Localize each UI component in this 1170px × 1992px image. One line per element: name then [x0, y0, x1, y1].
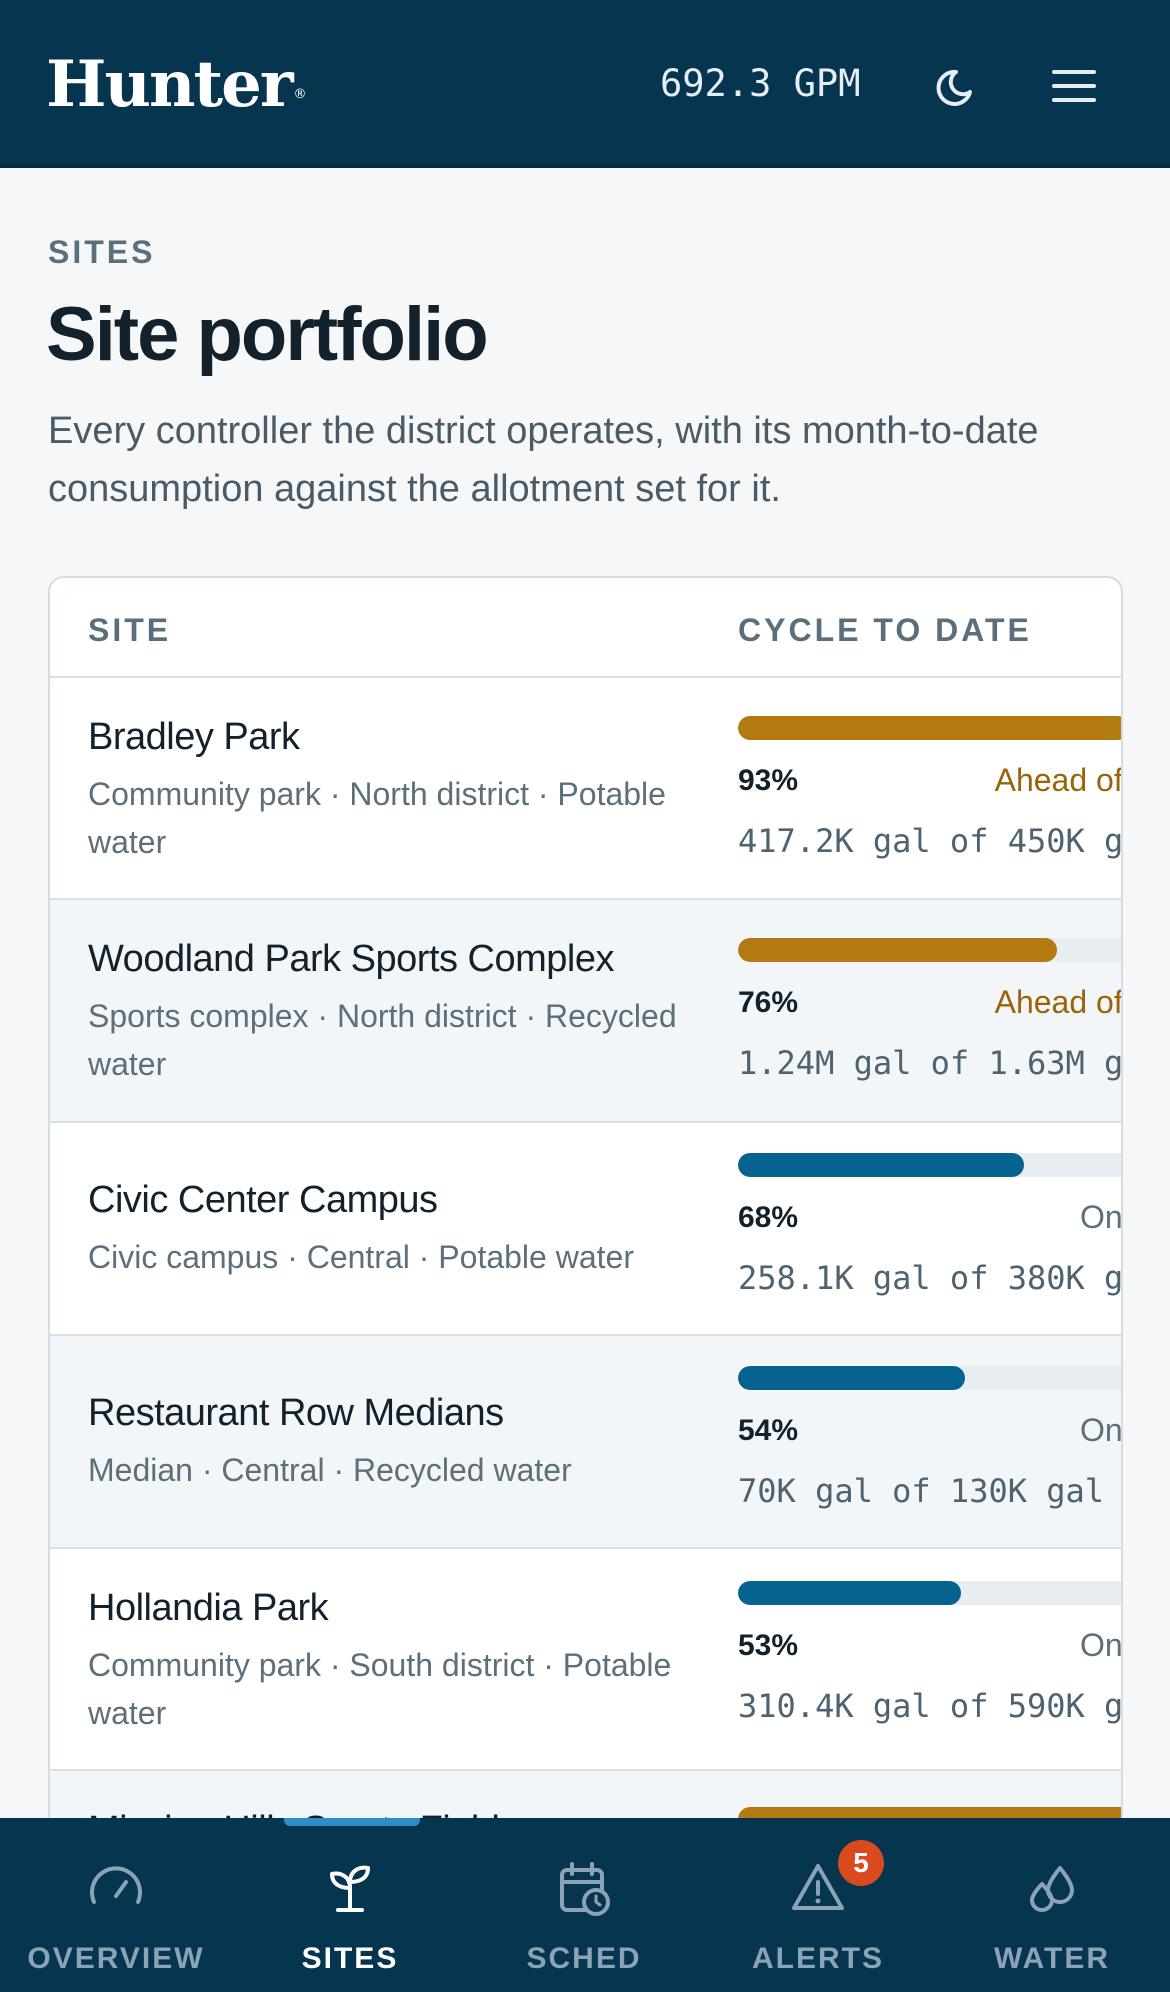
alerts-badge: 5: [838, 1840, 884, 1886]
usage-amount: 310.4K gal of 590K gal: [738, 1687, 1123, 1725]
droplets-icon: [1022, 1858, 1082, 1918]
usage-bar: [738, 1366, 1121, 1390]
tab-sites[interactable]: SITES: [240, 1818, 460, 1992]
usage-amount: 258.1K gal of 380K gal: [738, 1259, 1123, 1297]
usage-amount: 1.24M gal of 1.63M gal: [738, 1044, 1123, 1082]
table-row[interactable]: Bradley Park Community park · North dist…: [50, 678, 1121, 900]
usage-amount: 70K gal of 130K gal: [738, 1472, 1105, 1510]
usage-bar: [738, 1153, 1121, 1177]
site-meta: Median · Central · Recycled water: [88, 1452, 572, 1488]
section-eyebrow: SITES: [48, 234, 156, 270]
usage-amount: 417.2K gal of 450K gal: [738, 822, 1123, 860]
table-header: SITE CYCLE TO DATE: [50, 578, 1121, 678]
usage-bar-fill: [738, 1366, 965, 1390]
site-name: Bradley Park: [88, 716, 300, 758]
site-name: Civic Center Campus: [88, 1179, 438, 1221]
calendar-clock-icon: [554, 1858, 614, 1918]
table-row[interactable]: Restaurant Row Medians Median · Central …: [50, 1336, 1121, 1549]
pace-status: On pace: [1080, 1627, 1123, 1663]
menu-icon[interactable]: [1046, 58, 1102, 114]
gauge-icon: [86, 1858, 146, 1918]
site-name: Restaurant Row Medians: [88, 1392, 504, 1434]
site-name: Woodland Park Sports Complex: [88, 938, 615, 980]
usage-bar: [738, 716, 1121, 740]
pace-status: Ahead of pace: [994, 984, 1123, 1020]
usage-bar-fill: [738, 938, 1057, 962]
usage-percent: 76%: [738, 986, 799, 1019]
site-meta: Civic campus · Central · Potable water: [88, 1239, 634, 1275]
column-header-site[interactable]: SITE: [88, 612, 171, 649]
usage-bar: [738, 1581, 1121, 1605]
usage-bar-fill: [738, 716, 1121, 740]
moon-icon[interactable]: [930, 58, 986, 114]
pace-status: On pace: [1080, 1412, 1123, 1448]
tab-schedule[interactable]: SCHED: [474, 1818, 694, 1992]
tab-label: ALERTS: [752, 1942, 884, 1975]
bottom-navigation: OVERVIEW SITES SCHED 5 ALERTS WATER: [0, 1818, 1170, 1992]
site-name: Hollandia Park: [88, 1587, 329, 1629]
pace-status: Ahead of pace: [994, 762, 1123, 798]
page-title: Site portfolio: [46, 292, 489, 377]
tab-label: SCHED: [526, 1942, 642, 1975]
tab-label: OVERVIEW: [27, 1942, 205, 1975]
site-meta: Sports complex · North district · Recycl…: [88, 998, 677, 1082]
usage-percent: 53%: [738, 1629, 799, 1662]
pace-status: On pace: [1080, 1199, 1123, 1235]
page-description: Every controller the district operates, …: [48, 410, 1039, 510]
usage-bar: [738, 938, 1121, 962]
usage-percent: 54%: [738, 1414, 799, 1447]
tab-label: WATER: [993, 1942, 1111, 1975]
usage-bar-fill: [738, 1153, 1024, 1177]
tab-overview[interactable]: OVERVIEW: [6, 1818, 226, 1992]
hunter-logo[interactable]: Hunter ®: [46, 50, 307, 120]
sprout-icon: [320, 1858, 380, 1918]
site-meta: Community park · North district · Potabl…: [88, 776, 666, 860]
usage-bar-fill: [738, 1581, 961, 1605]
table-row[interactable]: Hollandia Park Community park · South di…: [50, 1549, 1121, 1771]
flow-rate-readout: 692.3 GPM: [660, 62, 861, 105]
column-header-cycle[interactable]: CYCLE TO DATE: [738, 612, 1032, 649]
site-meta: Community park · South district · Potabl…: [88, 1647, 672, 1731]
table-row[interactable]: Woodland Park Sports Complex Sports comp…: [50, 900, 1121, 1123]
app-header: Hunter ® 692.3 GPM: [0, 0, 1170, 168]
table-row[interactable]: Civic Center Campus Civic campus · Centr…: [50, 1123, 1121, 1336]
tab-alerts[interactable]: 5 ALERTS: [708, 1818, 928, 1992]
site-table: SITE CYCLE TO DATE Bradley Park Communit…: [48, 576, 1123, 1992]
usage-percent: 93%: [738, 764, 799, 797]
usage-percent: 68%: [738, 1201, 799, 1234]
tab-water[interactable]: WATER: [942, 1818, 1162, 1992]
tab-label: SITES: [301, 1942, 399, 1975]
